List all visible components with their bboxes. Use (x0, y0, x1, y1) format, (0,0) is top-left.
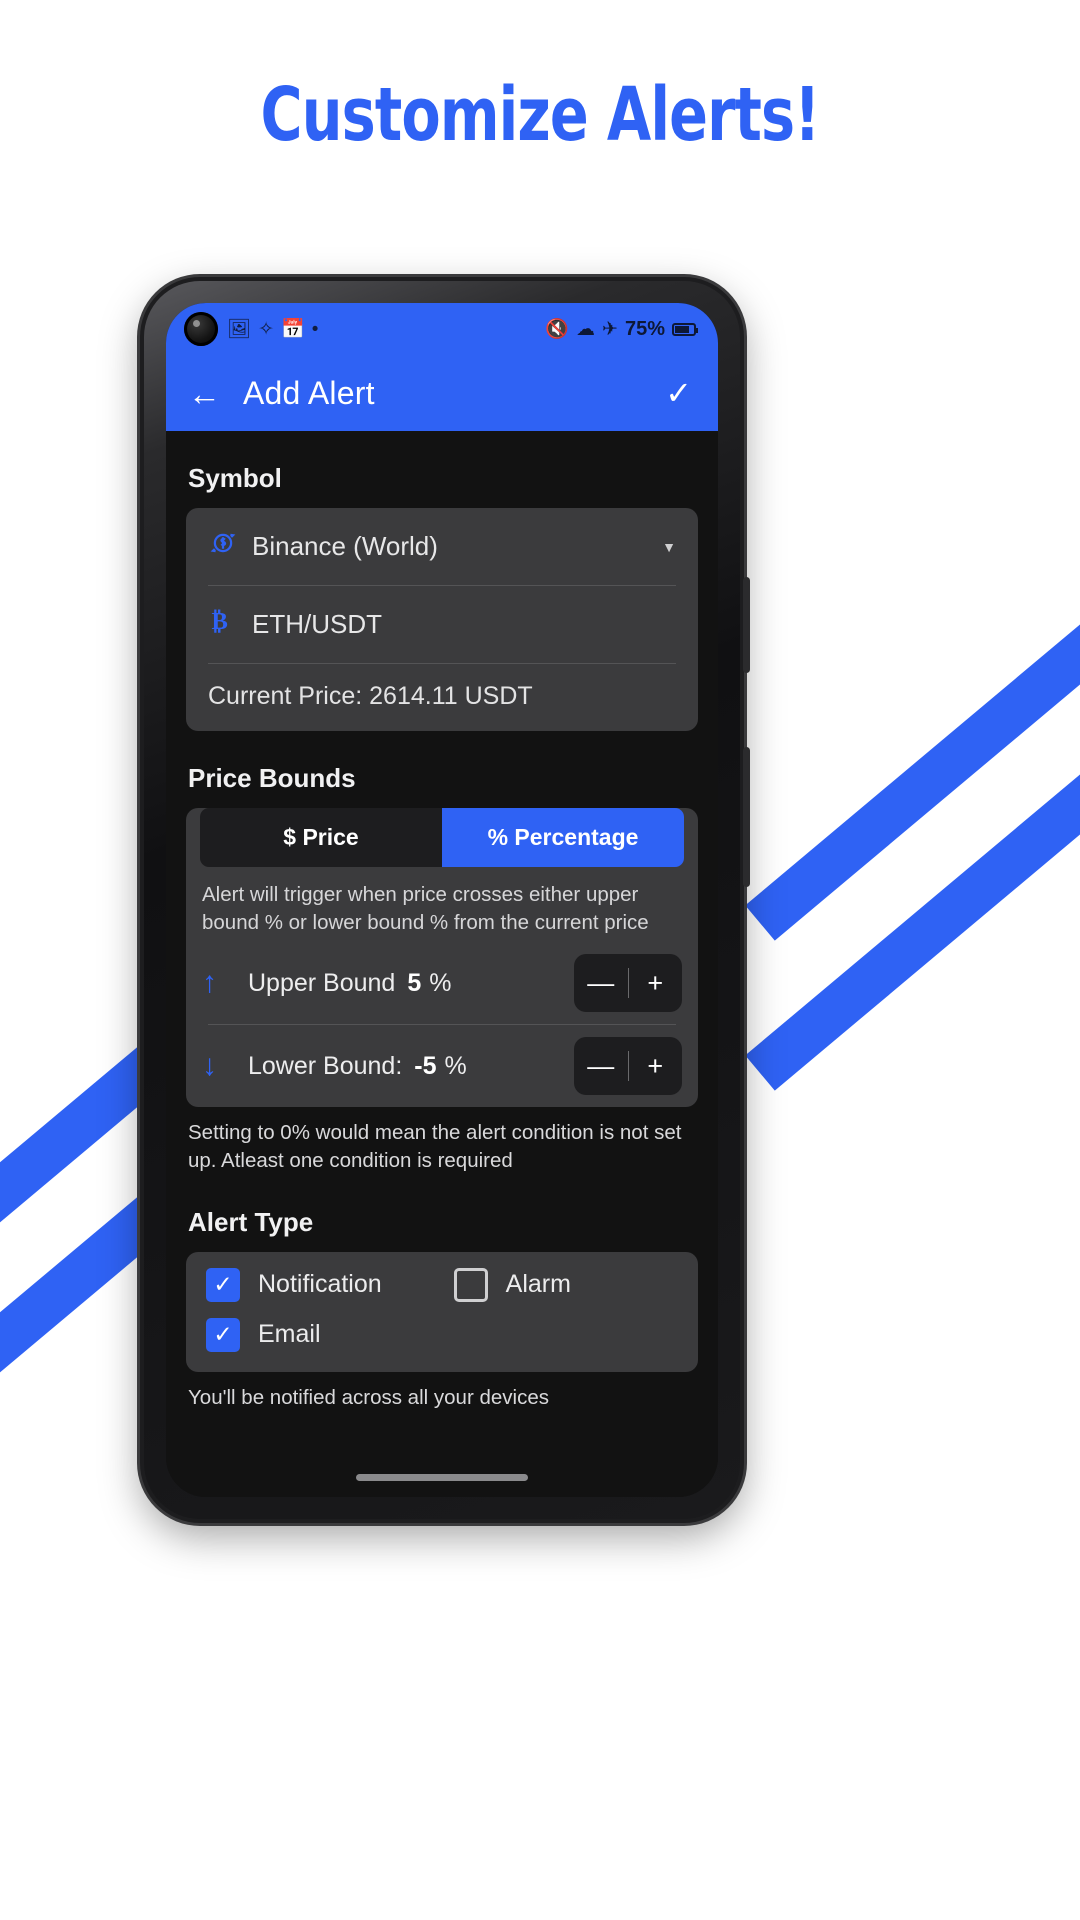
upper-bound-label: Upper Bound (248, 968, 396, 997)
upper-bound-stepper: — + (574, 954, 683, 1013)
status-bar: 🖼 ✧ 📅 • 🔇 ☁ ✈ 75% (166, 303, 718, 355)
checkbox-email-label: Email (258, 1320, 321, 1349)
pair-selector[interactable]: ₿ ETH/USDT (186, 586, 698, 663)
lower-bound-label: Lower Bound: (248, 1051, 403, 1080)
symbol-card: Binance (World) ▼ ₿ ETH/USDT Current Pri… (186, 508, 698, 731)
currency-sync-icon (208, 528, 252, 565)
arrow-up-icon: ↑ (202, 966, 217, 1000)
lower-bound-row: ↓ Lower Bound: -5 % — + (186, 1025, 698, 1107)
airplane-icon: ✈ (602, 318, 618, 340)
current-price-label: Current Price: 2614.11 USDT (208, 682, 533, 710)
upper-bound-row: ↑ Upper Bound 5 % — + (186, 942, 698, 1024)
stripe (745, 733, 1080, 1091)
tab-price[interactable]: $ Price (200, 808, 442, 867)
phone-frame: 🖼 ✧ 📅 • 🔇 ☁ ✈ 75% ← Add Alert ✓ Symbol B… (140, 277, 750, 1523)
wifi-icon: ☁ (576, 318, 596, 340)
power-button[interactable] (743, 577, 750, 673)
checkbox-alarm-box[interactable] (453, 1267, 488, 1302)
lower-bound-decrement[interactable]: — (574, 1052, 628, 1080)
battery-icon (672, 322, 698, 336)
checkbox-notification-box[interactable]: ✓ (206, 1267, 240, 1302)
bound-mode-tabs: $ Price % Percentage (200, 808, 684, 867)
upper-bound-unit: % (429, 968, 452, 997)
upper-bound-value[interactable]: 5 (407, 969, 421, 998)
alert-type-row-1: ✓ Notification Alarm (186, 1252, 698, 1318)
calendar-icon: 📅 (281, 318, 305, 340)
alert-type-section-title: Alert Type (188, 1206, 314, 1237)
mute-icon: 🔇 (545, 319, 570, 340)
volume-button[interactable] (743, 747, 750, 887)
exchange-value: Binance (World) (252, 531, 438, 561)
checkbox-email-box[interactable]: ✓ (206, 1317, 240, 1352)
bounds-hint: Alert will trigger when price crosses ei… (202, 883, 649, 934)
stripe (745, 583, 1080, 941)
navigation-pill[interactable] (356, 1474, 528, 1481)
page-title: Add Alert (243, 374, 375, 411)
chevron-down-icon[interactable]: ▼ (662, 539, 676, 555)
checkbox-alarm[interactable]: Alarm (453, 1267, 571, 1302)
alert-type-card: ✓ Notification Alarm ✓ Email (186, 1251, 698, 1372)
checkbox-notification[interactable]: ✓ Notification (206, 1267, 382, 1302)
front-camera-punchhole (184, 312, 218, 346)
bitcoin-icon: ₿ (208, 606, 252, 643)
zero-percent-note: Setting to 0% would mean the alert condi… (188, 1121, 682, 1173)
lower-bound-stepper: — + (574, 1037, 683, 1096)
price-bounds-section-title: Price Bounds (188, 763, 356, 793)
svg-text:₿: ₿ (212, 608, 228, 635)
back-icon[interactable]: ← (188, 377, 221, 410)
checkbox-email[interactable]: ✓ Email (206, 1317, 321, 1352)
form-content: Symbol Binance (World) ▼ ₿ ETH/USDT Curr… (166, 431, 718, 1497)
alert-type-row-2: ✓ Email (186, 1317, 698, 1372)
phone-screen: 🖼 ✧ 📅 • 🔇 ☁ ✈ 75% ← Add Alert ✓ Symbol B… (166, 303, 718, 1497)
status-left-icons: 🖼 ✧ 📅 • (184, 312, 318, 346)
checkbox-alarm-label: Alarm (505, 1270, 571, 1299)
status-right-icons: 🔇 ☁ ✈ 75% (545, 317, 698, 341)
price-bounds-card: $ Price % Percentage Alert will trigger … (186, 808, 698, 1108)
app-bar: ← Add Alert ✓ (166, 355, 718, 431)
lower-bound-value[interactable]: -5 (414, 1052, 436, 1081)
fan-icon: ✧ (258, 318, 275, 340)
arrow-down-icon: ↓ (202, 1049, 217, 1083)
tab-percentage[interactable]: % Percentage (442, 808, 684, 867)
alert-type-footnote: You'll be notified across all your devic… (188, 1385, 549, 1409)
pair-value: ETH/USDT (252, 609, 382, 639)
dot-icon: • (311, 318, 319, 340)
checkbox-notification-label: Notification (258, 1270, 382, 1299)
symbol-section-title: Symbol (188, 463, 282, 493)
upper-bound-decrement[interactable]: — (574, 969, 628, 997)
confirm-icon[interactable]: ✓ (665, 374, 692, 412)
exchange-selector[interactable]: Binance (World) ▼ (186, 508, 698, 585)
lower-bound-unit: % (444, 1051, 467, 1080)
upper-bound-increment[interactable]: + (629, 969, 683, 997)
battery-percent: 75% (624, 317, 665, 340)
photo-icon: 🖼 (227, 318, 252, 340)
lower-bound-increment[interactable]: + (629, 1052, 683, 1080)
promo-headline: Customize Alerts! (260, 72, 821, 158)
